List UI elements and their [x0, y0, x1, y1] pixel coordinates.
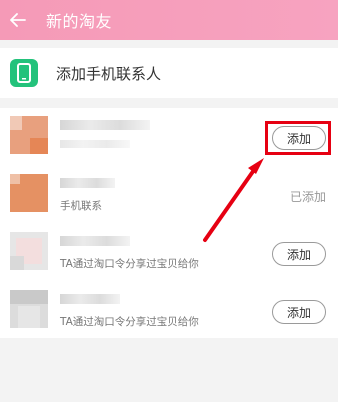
page-title: 新的淘友	[46, 12, 113, 31]
list-item: TA通过淘口令分享过宝贝给你 添加	[0, 224, 338, 282]
avatar	[10, 232, 48, 270]
list-item: 手机联系 已添加	[0, 166, 338, 224]
back-arrow-icon[interactable]	[0, 0, 36, 40]
blurred-name	[60, 294, 120, 304]
top-bar: 新的淘友	[0, 0, 338, 40]
blurred-name	[60, 236, 130, 246]
avatar	[10, 116, 48, 154]
item-subtitle: TA通过淘口令分享过宝贝给你	[60, 258, 199, 270]
added-status: 已添加	[289, 190, 326, 204]
blurred-name	[60, 178, 115, 188]
item-subtitle: 手机联系	[60, 200, 102, 212]
avatar	[10, 290, 48, 328]
item-subtitle: TA通过淘口令分享过宝贝给你	[60, 316, 199, 328]
add-phone-contacts-row[interactable]: 添加手机联系人	[0, 48, 338, 98]
phone-icon	[10, 59, 38, 87]
add-button[interactable]: 添加	[272, 242, 326, 266]
add-phone-contacts-label: 添加手机联系人	[56, 64, 162, 83]
avatar	[10, 174, 48, 212]
add-button[interactable]: 添加	[272, 300, 326, 324]
blurred-name	[60, 120, 150, 130]
highlight-box	[265, 121, 331, 155]
list-item: TA通过淘口令分享过宝贝给你 添加	[0, 282, 338, 340]
blurred-subtitle	[60, 140, 130, 148]
